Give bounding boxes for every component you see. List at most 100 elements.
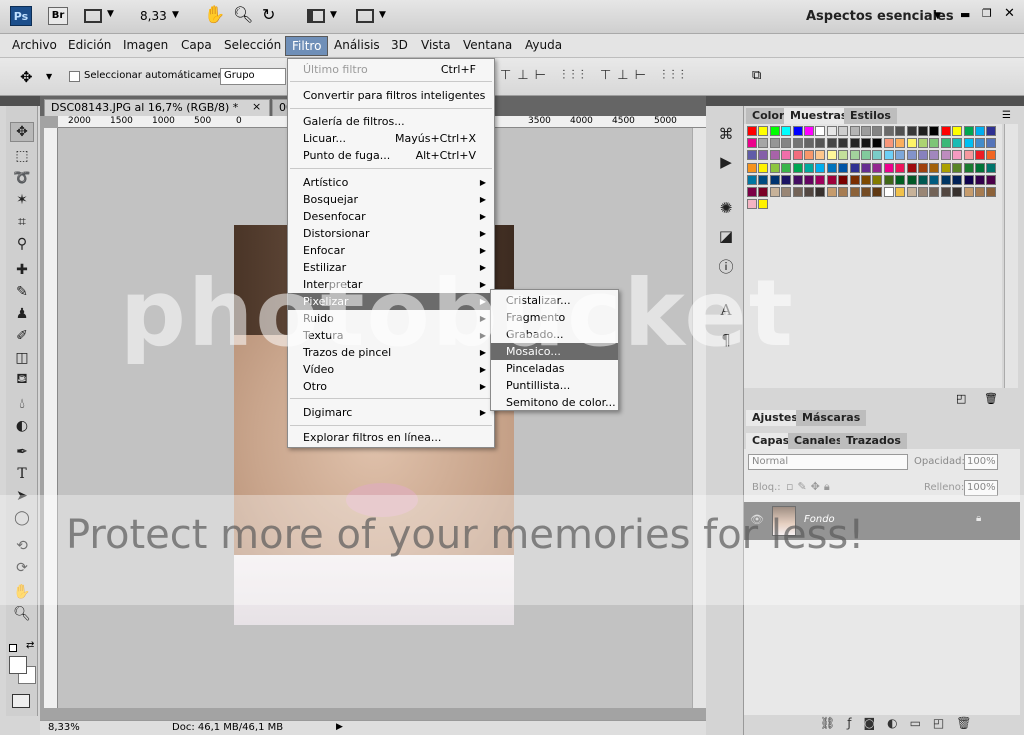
type-tool-icon[interactable]: T [10,464,34,484]
color-swatch[interactable] [758,138,769,149]
color-swatch[interactable] [895,174,906,185]
color-swatch[interactable] [838,162,849,173]
menu-item-vanishing-point[interactable]: Punto de fuga... Alt+Ctrl+V [288,147,494,164]
swap-colors-icon[interactable]: ⇄ [26,640,34,651]
color-swatch[interactable] [769,126,780,136]
color-swatch[interactable] [758,126,769,136]
autoselect-target-select[interactable]: Grupo [220,68,286,85]
history-brush-tool-icon[interactable]: ✐ [10,326,34,346]
color-swatch[interactable] [792,138,803,149]
color-swatch[interactable] [872,150,883,161]
color-swatch[interactable] [792,162,803,173]
submenu-item-mezzotint[interactable]: Grabado... [491,326,618,343]
character-panel-icon[interactable]: A [716,300,736,320]
restore-icon[interactable]: ❐ [982,7,992,20]
menu-filtro[interactable]: Filtro [285,36,329,56]
color-swatch[interactable] [849,174,860,185]
color-swatch[interactable] [952,126,963,136]
color-swatch[interactable] [940,187,951,197]
info-panel-icon[interactable]: ⓘ [716,256,736,276]
submenu-item-fragment[interactable]: Fragmento [491,309,618,326]
color-swatch[interactable] [804,138,814,149]
color-swatch[interactable] [861,162,871,173]
paint-bucket-tool-icon[interactable]: ⛾ [10,370,34,390]
tab-styles[interactable]: Estilos [844,108,897,124]
marquee-tool-icon[interactable]: ⬚ [10,146,34,166]
shape-tool-icon[interactable]: ◯ [10,508,34,528]
close-icon[interactable]: ✕ [1004,6,1015,21]
photoshop-logo[interactable]: Ps [10,6,32,26]
menu-analisis[interactable]: Análisis [334,38,380,52]
hand-tool-icon[interactable]: ✋ [10,582,34,602]
color-swatch[interactable] [792,126,803,136]
zoom-icon[interactable]: 🔍︎ [233,5,253,24]
color-swatch[interactable] [849,162,860,173]
color-swatch[interactable] [792,174,803,185]
panel-menu-icon[interactable]: ☰ [1002,110,1011,121]
color-swatch[interactable] [758,162,769,173]
color-swatch[interactable] [906,126,917,136]
menu-item-sharpen[interactable]: Enfocar ▶ [288,242,494,259]
submenu-item-pointillize[interactable]: Puntillista... [491,377,618,394]
menu-item-other[interactable]: Otro ▶ [288,378,494,395]
color-swatch[interactable] [918,126,928,136]
color-swatch[interactable] [769,162,780,173]
chevron-down-icon[interactable]: ▼ [46,72,52,81]
lasso-tool-icon[interactable]: ➰ [10,168,34,188]
color-swatch[interactable] [986,187,997,197]
color-swatch[interactable] [747,138,757,149]
color-swatch[interactable] [826,138,837,149]
autoselect-checkbox[interactable] [69,71,80,82]
menu-item-texture[interactable]: Textura ▶ [288,327,494,344]
menu-ventana[interactable]: Ventana [463,38,512,52]
menu-vista[interactable]: Vista [421,38,451,52]
color-swatch[interactable] [929,150,940,161]
color-swatch[interactable] [747,174,757,185]
color-swatch[interactable] [838,150,849,161]
color-swatch[interactable] [781,150,792,161]
color-swatch[interactable] [804,162,814,173]
color-swatch[interactable] [804,174,814,185]
fill-field[interactable]: 100% [964,480,998,496]
color-swatch[interactable] [758,174,769,185]
blur-tool-icon[interactable]: 💧︎ [10,394,34,414]
color-swatch[interactable] [975,187,985,197]
color-swatch[interactable] [929,126,940,136]
color-swatch[interactable] [895,126,906,136]
quick-mask-icon[interactable] [12,694,30,708]
magic-wand-tool-icon[interactable]: ✶ [10,190,34,210]
zoom-tool-icon[interactable]: 🔍︎ [10,604,34,624]
color-swatch[interactable] [918,150,928,161]
color-swatch[interactable] [975,162,985,173]
status-menu-arrow-icon[interactable]: ▶ [336,722,343,732]
color-swatch[interactable] [826,150,837,161]
close-tab-icon[interactable]: × [252,100,261,113]
path-selection-tool-icon[interactable]: ➤ [10,486,34,506]
menu-item-liquify[interactable]: Licuar... Mayús+Ctrl+X [288,130,494,147]
color-swatch[interactable] [849,126,860,136]
swatches-scrollbar[interactable] [1004,124,1018,388]
layers-footer-icons[interactable]: ⛓ƒ◙◐▭◰🗑︎ [820,716,983,730]
color-swatch[interactable] [918,174,928,185]
color-swatch[interactable] [826,174,837,185]
color-swatch[interactable] [906,174,917,185]
workspace-switcher[interactable]: Aspectos esenciales [806,9,954,24]
color-swatch[interactable] [747,150,757,161]
color-swatch[interactable] [747,187,757,197]
submenu-item-crystallize[interactable]: Cristalizar... [491,292,618,309]
color-swatch[interactable] [963,126,974,136]
color-swatch[interactable] [963,150,974,161]
color-swatch[interactable] [849,150,860,161]
color-swatch[interactable] [826,162,837,173]
history-panel-icon[interactable]: ⌘ [716,124,736,144]
color-swatch[interactable] [815,162,826,173]
layer-row[interactable]: 👁︎ Fondo 🔒︎ [744,502,1020,540]
color-swatch[interactable] [826,187,837,197]
color-swatch[interactable] [929,174,940,185]
color-swatch[interactable] [929,162,940,173]
color-swatch[interactable] [929,187,940,197]
menu-item-filter-gallery[interactable]: Galería de filtros... [288,113,494,130]
crop-tool-icon[interactable]: ⌗ [10,212,34,232]
delete-swatch-icon[interactable]: 🗑︎ [984,392,998,405]
minimize-icon[interactable]: ▬ [960,8,970,21]
